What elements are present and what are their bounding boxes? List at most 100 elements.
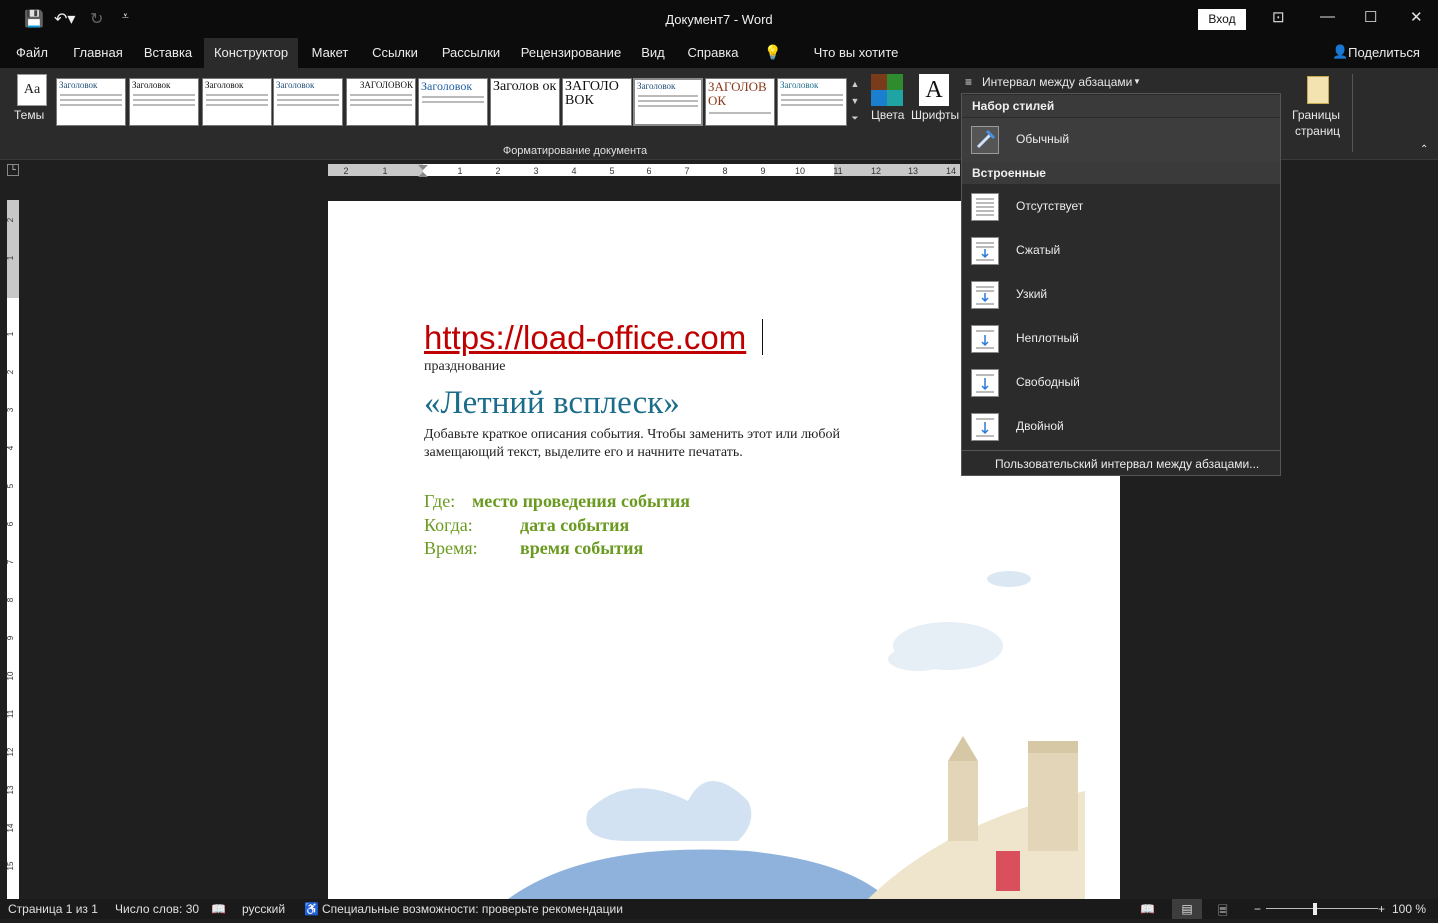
style-thumb-label: Заголовок <box>637 81 676 91</box>
close-icon[interactable]: ✕ <box>1410 8 1423 26</box>
colors-button[interactable]: Цвета <box>871 108 904 122</box>
style-thumb[interactable]: Заголовок <box>418 78 488 126</box>
title-bar: 💾 ↶▾ ↻ ⩡ Документ7 - Word Вход ⊡ — ☐ ✕ <box>0 0 1438 38</box>
menu-item-none[interactable]: Отсутствует <box>962 185 1280 229</box>
ruler-tick-label: 2 <box>343 166 348 176</box>
spacing-open-icon <box>971 325 999 353</box>
style-thumb-selected[interactable]: Заголовок <box>633 78 703 126</box>
event-subtitle[interactable]: празднование <box>424 359 505 375</box>
zoom-out-icon[interactable]: − <box>1254 902 1261 916</box>
zoom-slider-thumb[interactable] <box>1313 903 1317 915</box>
fonts-button[interactable]: Шрифты <box>911 108 959 122</box>
ruler-tick-label: 10 <box>7 671 15 680</box>
menu-item-tight[interactable]: Узкий <box>962 273 1280 317</box>
menu-item-label: Узкий <box>1016 287 1048 301</box>
where-row[interactable]: Где: место проведения события <box>424 491 690 512</box>
ruler-tick-label: 3 <box>7 407 15 412</box>
gallery-scroll[interactable]: ▲ ▼ ⏷ <box>849 76 861 130</box>
ribbon-display-options-icon[interactable]: ⊡ <box>1272 8 1285 26</box>
time-row[interactable]: Время: время события <box>424 538 643 559</box>
maximize-icon[interactable]: ☐ <box>1364 8 1377 26</box>
accessibility-status[interactable]: Специальные возможности: проверьте реком… <box>322 902 623 916</box>
tell-me-input[interactable]: Что вы хотите сделать? <box>786 38 926 90</box>
menu-item-relaxed[interactable]: Свободный <box>962 361 1280 405</box>
style-thumb[interactable]: Заголов ок <box>490 78 560 126</box>
brush-icon <box>971 126 999 154</box>
style-thumb[interactable]: Заголовок <box>129 78 199 126</box>
menu-item-open[interactable]: Неплотный <box>962 317 1280 361</box>
tab-view[interactable]: Вид <box>634 38 672 68</box>
zoom-slider[interactable] <box>1266 908 1378 909</box>
style-thumb[interactable]: Заголовок <box>273 78 343 126</box>
style-thumb-label: Заголовок <box>421 79 473 93</box>
where-value[interactable]: место проведения события <box>472 491 690 512</box>
signin-button[interactable]: Вход <box>1198 9 1246 30</box>
tab-design[interactable]: Конструктор <box>204 38 298 68</box>
custom-spacing-button[interactable]: Пользовательский интервал между абзацами… <box>995 457 1259 471</box>
ruler-tick-label: 1 <box>457 166 462 176</box>
page-borders-icon[interactable] <box>1307 76 1329 104</box>
ruler-tick-label: 12 <box>871 166 881 176</box>
style-thumb[interactable]: Заголовок <box>56 78 126 126</box>
time-value[interactable]: время события <box>520 538 643 559</box>
tab-selector[interactable]: └ <box>7 164 19 176</box>
ruler-tick-label: 8 <box>722 166 727 176</box>
url-link[interactable]: https://load-office.com <box>424 319 746 357</box>
language[interactable]: русский <box>242 902 285 916</box>
tab-review[interactable]: Рецензирование <box>516 38 626 68</box>
minimize-icon[interactable]: — <box>1320 8 1335 25</box>
menu-item-compact[interactable]: Сжатый <box>962 229 1280 273</box>
ruler-ticks: 21123456789101112131415 <box>7 217 15 870</box>
style-thumb[interactable]: Заголовок <box>202 78 272 126</box>
menu-item-label: Отсутствует <box>1016 199 1084 213</box>
page-borders-label: страниц <box>1295 124 1341 138</box>
tab-references[interactable]: Ссылки <box>364 38 426 68</box>
style-thumb[interactable]: ЗАГОЛОВОК <box>346 78 416 126</box>
word-count[interactable]: Число слов: 30 <box>115 902 199 916</box>
page-count[interactable]: Страница 1 из 1 <box>8 902 98 916</box>
style-thumb[interactable]: ЗАГОЛО ВОК <box>562 78 632 126</box>
menu-item-double[interactable]: Двойной <box>962 405 1280 449</box>
proofing-icon[interactable]: 📖 <box>211 902 226 916</box>
style-thumb[interactable]: Заголовок <box>777 78 847 126</box>
builtin-header: Встроенные <box>962 162 1280 184</box>
ruler-tick-label: 5 <box>609 166 614 176</box>
event-title[interactable]: «Летний всплеск» <box>424 385 680 422</box>
menu-item-label: Свободный <box>1016 375 1080 389</box>
menu-item-normal[interactable]: Обычный <box>962 118 1280 162</box>
ruler-tick-label: 6 <box>646 166 651 176</box>
themes-icon[interactable]: Aa <box>17 74 47 106</box>
zoom-in-icon[interactable]: + <box>1378 902 1385 916</box>
print-layout-icon[interactable]: ▤ <box>1172 899 1202 919</box>
indent-marker-icon[interactable] <box>418 164 428 177</box>
zoom-level[interactable]: 100 % <box>1392 902 1426 916</box>
themes-button[interactable]: Темы <box>14 108 44 122</box>
colors-icon[interactable] <box>871 74 903 106</box>
tab-layout[interactable]: Макет <box>304 38 356 68</box>
event-description[interactable]: Добавьте краткое описания события. Чтобы… <box>424 426 844 462</box>
fonts-icon[interactable]: A <box>919 74 949 106</box>
tab-help[interactable]: Справка <box>680 38 746 68</box>
ruler-tick-label: 5 <box>7 483 15 488</box>
vertical-ruler[interactable]: 21123456789101112131415 <box>7 200 19 900</box>
tab-file[interactable]: Файл <box>8 38 56 68</box>
tab-insert[interactable]: Вставка <box>138 38 198 68</box>
ruler-tick-label: 3 <box>533 166 538 176</box>
web-layout-icon[interactable]: 🗏 <box>1218 902 1228 923</box>
style-thumb[interactable]: ЗАГОЛОВ ОК <box>705 78 775 126</box>
collapse-ribbon-icon[interactable]: ⌃ <box>1420 144 1428 155</box>
spacing-double-icon <box>971 413 999 441</box>
ruler-tick-label: 6 <box>7 521 15 526</box>
tab-mailings[interactable]: Рассылки <box>434 38 508 68</box>
ruler-tick-label: 4 <box>571 166 576 176</box>
paragraph-spacing-button[interactable]: Интервал между абзацами <box>982 75 1132 89</box>
share-button[interactable]: Поделиться <box>1348 38 1420 68</box>
page-borders-button[interactable]: Границы <box>1292 108 1340 122</box>
ribbon-divider <box>1352 74 1353 152</box>
when-row[interactable]: Когда: дата события <box>424 515 629 536</box>
when-value[interactable]: дата события <box>520 515 629 536</box>
horizontal-ruler[interactable]: 2 1 1 2 3 4 5 6 7 8 9 10 11 12 13 14 <box>328 164 960 177</box>
read-mode-icon[interactable]: 📖 <box>1140 902 1155 916</box>
tab-home[interactable]: Главная <box>66 38 130 68</box>
spacing-none-icon <box>971 193 999 221</box>
